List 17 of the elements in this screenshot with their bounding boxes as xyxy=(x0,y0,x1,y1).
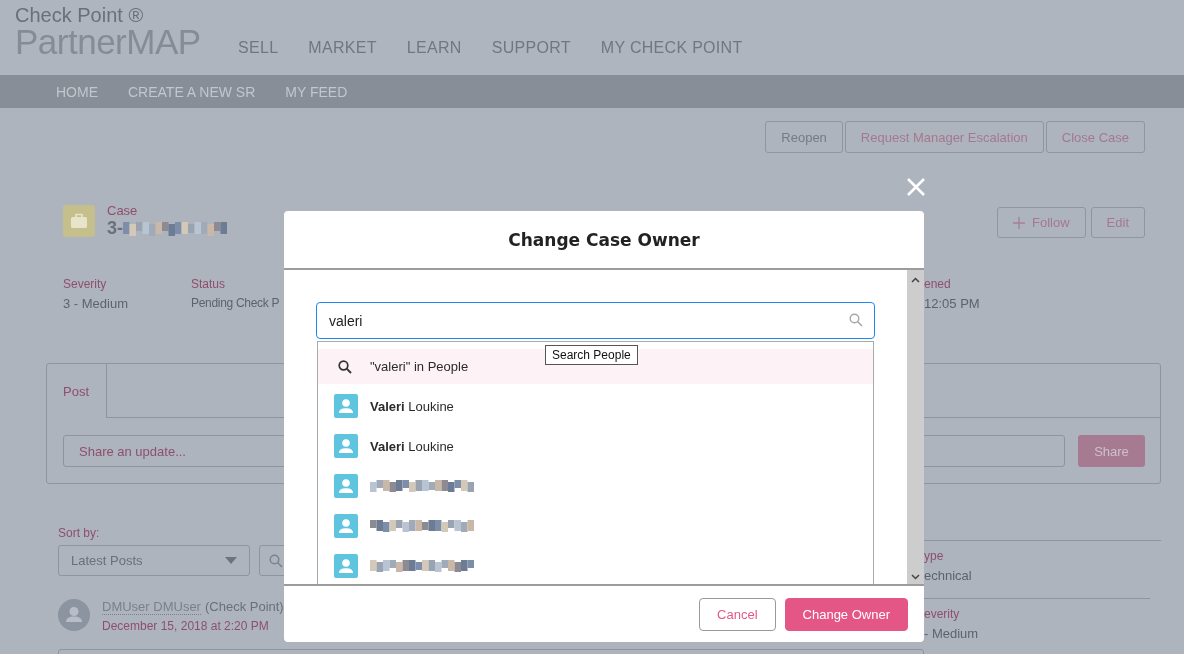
field-value: 12:05 PM xyxy=(924,296,980,311)
brand-name: Check Point ® xyxy=(15,4,145,26)
field-value: echnical xyxy=(924,568,972,583)
field-label: Status xyxy=(191,277,226,291)
case-number: 3- xyxy=(107,218,123,238)
tooltip: Search People xyxy=(545,345,638,365)
field-value: Pending Check P xyxy=(191,296,280,310)
field-label: everity xyxy=(924,607,960,621)
field-value: 3 - Medium xyxy=(63,296,129,311)
field-value: - Medium xyxy=(924,626,979,641)
field-label: ype xyxy=(924,549,944,563)
field-label: ened xyxy=(924,277,951,291)
dialog-title: Change Case Owner xyxy=(508,229,700,250)
author-org: (Check Point) xyxy=(204,599,284,615)
field-label: Severity xyxy=(63,277,107,291)
sort-label: Sort by: xyxy=(58,526,101,540)
record-type: Case xyxy=(107,203,139,218)
